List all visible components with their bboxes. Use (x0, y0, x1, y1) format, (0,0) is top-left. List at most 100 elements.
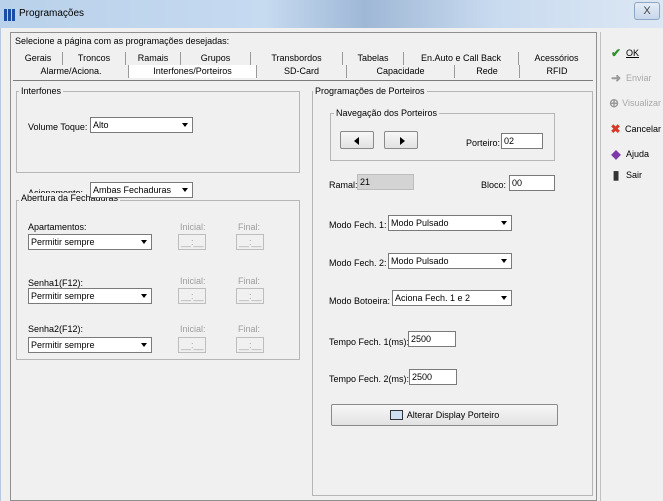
ok-button[interactable]: ✔ OK (603, 41, 661, 64)
senha1-label: Senha1(F12): (28, 278, 84, 288)
apartamentos-value: Permitir sempre (31, 237, 95, 247)
senha1-final-label: Final: (238, 276, 261, 286)
tempo-fech2-label: Tempo Fech. 2(ms): (329, 374, 410, 384)
chevron-down-icon[interactable] (498, 292, 510, 304)
senha1-value: Permitir sempre (31, 291, 95, 301)
apartamentos-select[interactable]: Permitir sempre (28, 234, 152, 250)
interfones-group-title: Interfones (19, 86, 64, 96)
senha2-label: Senha2(F12): (28, 324, 84, 334)
time-placeholder: __:__ (181, 237, 204, 247)
ajuda-button[interactable]: ◆ Ajuda (603, 142, 661, 165)
tab-capacidade[interactable]: Capacidade (347, 65, 455, 78)
tab-en-auto-call-back[interactable]: En.Auto e Call Back (404, 52, 519, 65)
tab-troncos[interactable]: Troncos (63, 52, 126, 65)
time-placeholder: __:__ (239, 237, 262, 247)
chevron-down-icon[interactable] (138, 236, 150, 248)
porteiro-label: Porteiro: (466, 138, 501, 148)
tempo-fech2-field[interactable]: 2500 (409, 369, 457, 385)
time-placeholder: __:__ (181, 291, 204, 301)
close-button[interactable]: X (634, 2, 660, 20)
senha2-inicial-label: Inicial: (180, 324, 206, 334)
senha2-final-label: Final: (238, 324, 261, 334)
chevron-down-icon[interactable] (498, 255, 510, 267)
modo-fech2-label: Modo Fech. 2: (329, 258, 387, 268)
visualizar-button[interactable]: ⊕ Visualizar (603, 91, 661, 114)
tab-sd-card[interactable]: SD-Card (257, 65, 347, 78)
volume-toque-value: Alto (93, 120, 109, 130)
modo-fech2-value: Modo Pulsado (391, 256, 449, 266)
tab-grupos[interactable]: Grupos (181, 52, 251, 65)
enviar-label: Enviar (626, 72, 652, 83)
sair-label: Sair (626, 169, 643, 180)
alterar-display-porteiro-button[interactable]: Alterar Display Porteiro (331, 404, 558, 426)
previous-porteiro-button[interactable] (340, 131, 374, 149)
tempo-fech2-value: 2500 (412, 372, 433, 382)
sair-button[interactable]: ▮ Sair (603, 163, 661, 186)
ok-label: OK (626, 47, 640, 58)
modo-botoeira-select[interactable]: Aciona Fech. 1 e 2 (392, 290, 512, 306)
cancelar-label: Cancelar (624, 123, 661, 134)
tab-gerais[interactable]: Gerais (14, 52, 63, 65)
senha2-value: Permitir sempre (31, 340, 95, 350)
tab-rede[interactable]: Rede (455, 65, 520, 78)
apartamentos-inicial-label: Inicial: (180, 222, 206, 232)
visualizar-label: Visualizar (622, 97, 661, 108)
porteiro-field[interactable]: 02 (501, 133, 543, 149)
tab-row-1: Gerais Troncos Ramais Grupos Transbordos… (14, 52, 594, 65)
ramal-label: Ramal: (329, 180, 358, 190)
chevron-down-icon[interactable] (138, 290, 150, 302)
chevron-down-icon[interactable] (138, 339, 150, 351)
help-book-icon: ◆ (611, 146, 621, 161)
next-porteiro-button[interactable] (384, 131, 418, 149)
chevron-down-icon[interactable] (179, 184, 191, 196)
tab-rfid[interactable]: RFID (520, 65, 594, 78)
exit-door-icon: ▮ (612, 167, 620, 182)
page-select-prompt: Selecione a página com as programações d… (15, 36, 230, 46)
tab-alarme-aciona[interactable]: Alarme/Aciona. (14, 65, 129, 78)
title-bar (0, 0, 663, 28)
chevron-down-icon[interactable] (498, 217, 510, 229)
send-icon: ➜ (610, 70, 622, 85)
ramal-field: 21 (357, 174, 414, 190)
arrow-right-icon (400, 137, 405, 145)
senha1-inicial-label: Inicial: (180, 276, 206, 286)
modo-fech1-select[interactable]: Modo Pulsado (388, 215, 512, 231)
time-placeholder: __:__ (239, 340, 262, 350)
arrow-left-icon (354, 137, 359, 145)
tab-tabelas[interactable]: Tabelas (343, 52, 404, 65)
magnifier-icon: ⊕ (609, 95, 620, 110)
tempo-fech1-field[interactable]: 2500 (408, 331, 456, 347)
volume-toque-select[interactable]: Alto (90, 117, 193, 133)
senha2-select[interactable]: Permitir sempre (28, 337, 152, 353)
check-icon: ✔ (610, 45, 622, 60)
senha2-final-field: __:__ (236, 337, 264, 353)
app-icon (4, 9, 16, 21)
bloco-label: Bloco: (481, 180, 507, 190)
modo-botoeira-value: Aciona Fech. 1 e 2 (395, 293, 471, 303)
senha1-select[interactable]: Permitir sempre (28, 288, 152, 304)
modo-fech1-value: Modo Pulsado (391, 218, 449, 228)
modo-botoeira-label: Modo Botoeira: (329, 296, 391, 306)
cancelar-button[interactable]: ✖ Cancelar (603, 117, 661, 140)
tab-transbordos[interactable]: Transbordos (251, 52, 343, 65)
bloco-field[interactable]: 00 (509, 175, 555, 191)
apartamentos-final-field: __:__ (236, 234, 264, 250)
tab-acessorios[interactable]: Acessórios (519, 52, 594, 65)
senha1-inicial-field: __:__ (178, 288, 206, 304)
modo-fech1-label: Modo Fech. 1: (329, 220, 387, 230)
modo-fech2-select[interactable]: Modo Pulsado (388, 253, 512, 269)
senha1-final-field: __:__ (236, 288, 264, 304)
acionamento-select[interactable]: Ambas Fechaduras (90, 182, 193, 198)
apartamentos-label: Apartamentos: (28, 222, 87, 232)
tempo-fech1-value: 2500 (411, 334, 432, 344)
tab-row-2: Alarme/Aciona. Interfones/Porteiros SD-C… (14, 65, 594, 79)
tab-ramais[interactable]: Ramais (126, 52, 181, 65)
chevron-down-icon[interactable] (179, 119, 191, 131)
apartamentos-inicial-field: __:__ (178, 234, 206, 250)
enviar-button[interactable]: ➜ Enviar (603, 66, 661, 89)
tab-interfones-porteiros[interactable]: Interfones/Porteiros (129, 65, 257, 78)
apartamentos-final-label: Final: (238, 222, 261, 232)
senha2-inicial-field: __:__ (178, 337, 206, 353)
acionamento-value: Ambas Fechaduras (93, 185, 172, 195)
navegacao-group-title: Navegação dos Porteiros (334, 108, 440, 118)
